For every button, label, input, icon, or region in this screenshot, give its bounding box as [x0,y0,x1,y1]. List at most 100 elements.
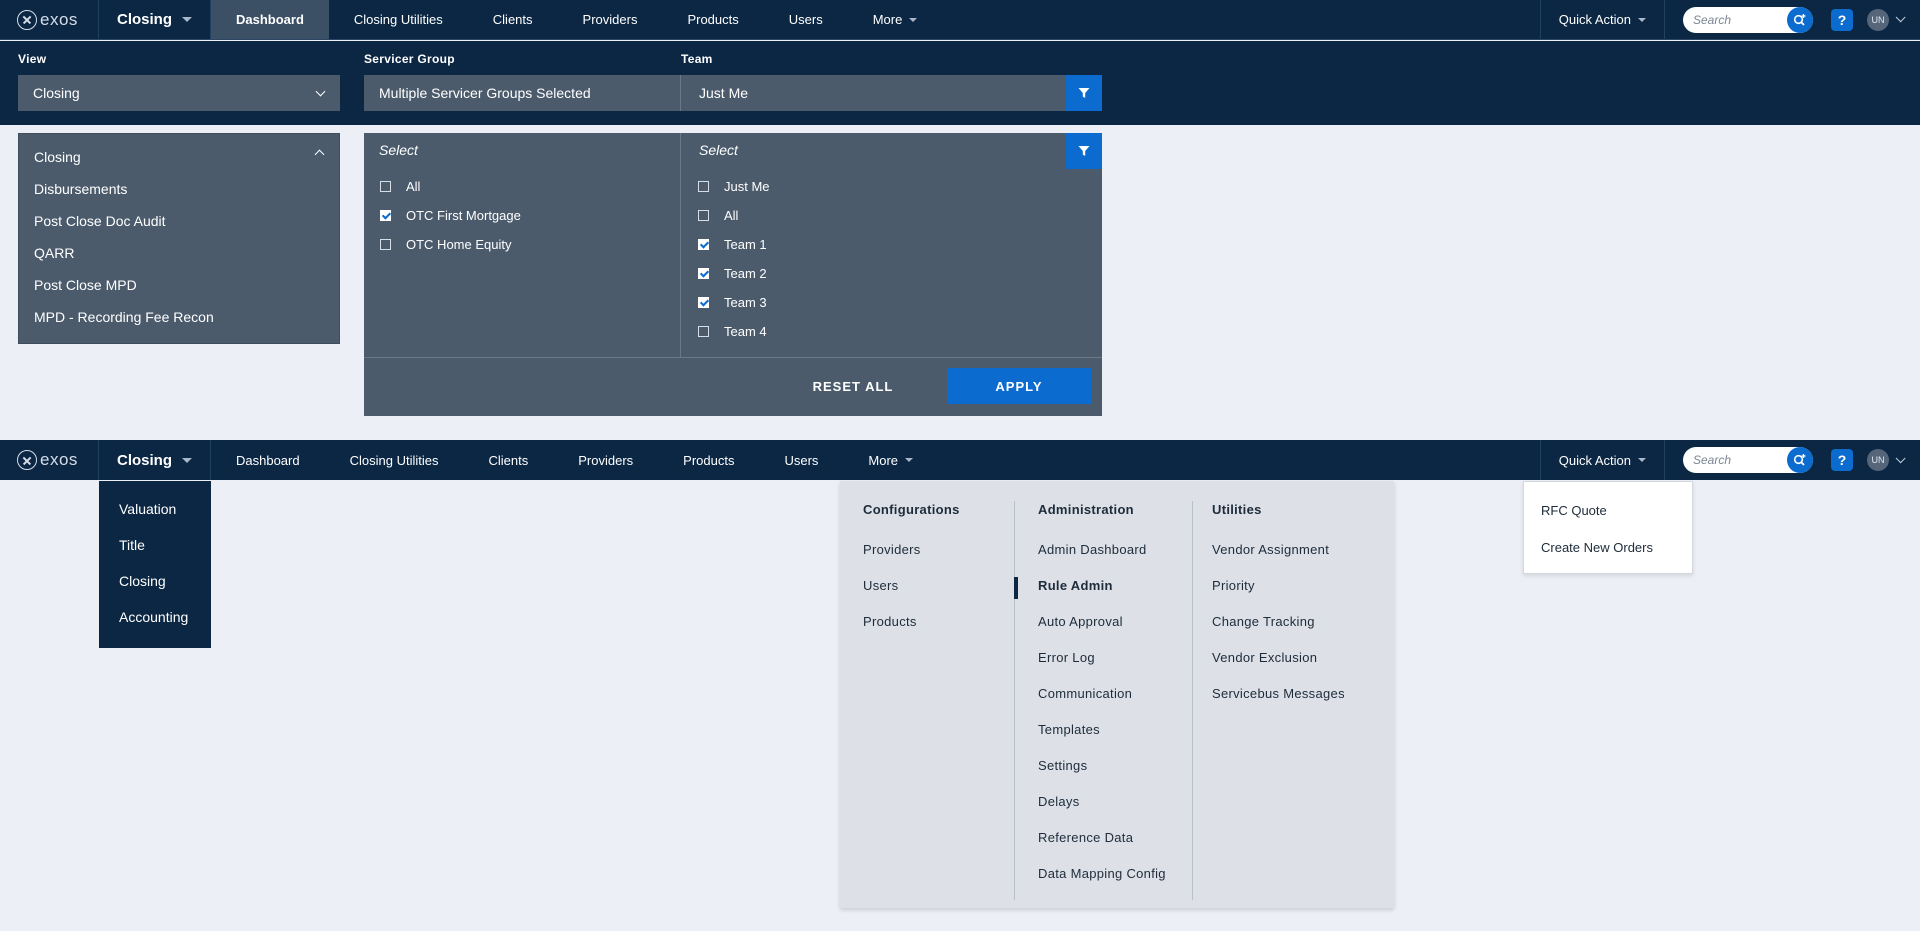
menu-link-communication[interactable]: Communication [1038,686,1132,701]
quick-action-create-new-orders[interactable]: Create New Orders [1541,540,1653,555]
exos-logo[interactable]: exos [0,440,99,480]
app-option-valuation[interactable]: Valuation [119,501,176,517]
menu-link-change-tracking[interactable]: Change Tracking [1212,614,1315,629]
chevron-down-icon[interactable] [1895,452,1906,463]
view-select[interactable]: Closing [18,75,340,111]
checkbox[interactable] [698,210,709,221]
panel-divider [680,133,681,357]
view-option-mpd-recording-fee-recon[interactable]: MPD - Recording Fee Recon [34,309,214,325]
avatar[interactable]: UN [1867,449,1889,471]
checkbox-checked[interactable] [698,239,709,250]
nav-dashboard[interactable]: Dashboard [211,0,329,39]
menu-link-vendor-exclusion[interactable]: Vendor Exclusion [1212,650,1317,665]
servicer-option-all[interactable]: All [380,179,420,194]
search-icon[interactable] [1787,447,1813,473]
app-option-accounting[interactable]: Accounting [119,609,188,625]
servicer-group-label: Servicer Group [364,52,455,66]
servicer-group-select[interactable]: Multiple Servicer Groups Selected [364,75,681,111]
nav-clients[interactable]: Clients [463,440,553,480]
servicer-option-otc-home-equity[interactable]: OTC Home Equity [380,237,511,252]
menu-link-error-log[interactable]: Error Log [1038,650,1095,665]
second-navbar: exos Closing Dashboard Closing Utilities… [0,440,1920,480]
nav-products[interactable]: Products [662,0,763,39]
menu-link-admin-dashboard[interactable]: Admin Dashboard [1038,542,1147,557]
caret-down-icon [182,457,192,463]
menu-link-settings[interactable]: Settings [1038,758,1087,773]
nav-products[interactable]: Products [658,440,759,480]
filter-button[interactable] [1066,133,1102,169]
nav-more[interactable]: More [843,440,938,480]
menu-link-users[interactable]: Users [863,578,898,593]
quick-action-rfc-quote[interactable]: RFC Quote [1541,503,1607,518]
checkbox-checked[interactable] [698,268,709,279]
help-icon[interactable]: ? [1831,8,1853,31]
app-switcher-label: Closing [117,11,172,28]
checkbox-checked[interactable] [698,297,709,308]
quick-action-button[interactable]: Quick Action [1539,440,1665,480]
view-option-disbursements[interactable]: Disbursements [34,181,127,197]
nav-more[interactable]: More [848,0,943,39]
nav-providers[interactable]: Providers [553,440,658,480]
exos-logo[interactable]: exos [0,0,99,39]
chevron-up-icon[interactable] [314,149,325,160]
apply-button[interactable]: APPLY [947,368,1091,404]
nav-closing-utilities[interactable]: Closing Utilities [325,440,464,480]
team-option-team-1[interactable]: Team 1 [698,237,767,252]
menu-divider [1192,501,1193,900]
team-option-just-me[interactable]: Just Me [698,179,770,194]
filter-button[interactable] [1066,75,1102,111]
app-switcher[interactable]: Closing [99,440,211,480]
menu-link-reference-data[interactable]: Reference Data [1038,830,1133,845]
nav-providers[interactable]: Providers [558,0,663,39]
search-input[interactable]: Search [1683,447,1813,473]
chevron-down-icon [315,86,326,97]
checkbox[interactable] [698,326,709,337]
view-option-qarr[interactable]: QARR [34,245,74,261]
view-option-closing[interactable]: Closing [34,149,81,165]
search-icon[interactable] [1787,6,1813,33]
servicer-option-otc-first-mortgage[interactable]: OTC First Mortgage [380,208,521,223]
team-option-team-2[interactable]: Team 2 [698,266,767,281]
menu-link-servicebus-messages[interactable]: Servicebus Messages [1212,686,1345,701]
quick-action-button[interactable]: Quick Action [1539,0,1665,40]
team-value: Just Me [699,85,749,101]
nav-users[interactable]: Users [759,440,843,480]
team-option-team-4[interactable]: Team 4 [698,324,767,339]
nav-clients[interactable]: Clients [468,0,558,39]
team-option-team-3[interactable]: Team 3 [698,295,767,310]
help-icon[interactable]: ? [1831,449,1853,471]
menu-link-templates[interactable]: Templates [1038,722,1100,737]
app-switcher[interactable]: Closing [99,0,211,39]
team-option-all[interactable]: All [698,208,738,223]
checkbox-checked[interactable] [380,210,391,221]
checkbox[interactable] [380,239,391,250]
option-label: Just Me [724,179,770,194]
nav-closing-utilities[interactable]: Closing Utilities [329,0,468,39]
chevron-down-icon[interactable] [1895,12,1906,23]
view-option-post-close-doc-audit[interactable]: Post Close Doc Audit [34,213,166,229]
nav-more-label: More [872,12,903,27]
menu-link-products[interactable]: Products [863,614,917,629]
menu-link-auto-approval[interactable]: Auto Approval [1038,614,1123,629]
checkbox[interactable] [380,181,391,192]
search-input[interactable]: Search [1683,6,1813,33]
nav-users[interactable]: Users [764,0,848,39]
view-option-post-close-mpd[interactable]: Post Close MPD [34,277,137,293]
menu-link-vendor-assignment[interactable]: Vendor Assignment [1212,542,1329,557]
app-option-title[interactable]: Title [119,537,145,553]
menu-divider [1014,501,1015,900]
caret-down-icon [1638,458,1646,462]
checkbox[interactable] [698,181,709,192]
menu-link-priority[interactable]: Priority [1212,578,1255,593]
menu-link-providers[interactable]: Providers [863,542,921,557]
reset-all-button[interactable]: RESET ALL [798,368,908,404]
menu-link-rule-admin[interactable]: Rule Admin [1038,578,1113,593]
avatar[interactable]: UN [1867,8,1889,31]
nav-dashboard[interactable]: Dashboard [211,440,325,480]
team-select[interactable]: Just Me [681,75,1066,111]
option-label: Team 2 [724,266,767,281]
app-option-closing[interactable]: Closing [119,573,166,589]
menu-link-delays[interactable]: Delays [1038,794,1080,809]
exos-logo-icon [17,450,37,470]
menu-link-data-mapping-config[interactable]: Data Mapping Config [1038,866,1166,881]
